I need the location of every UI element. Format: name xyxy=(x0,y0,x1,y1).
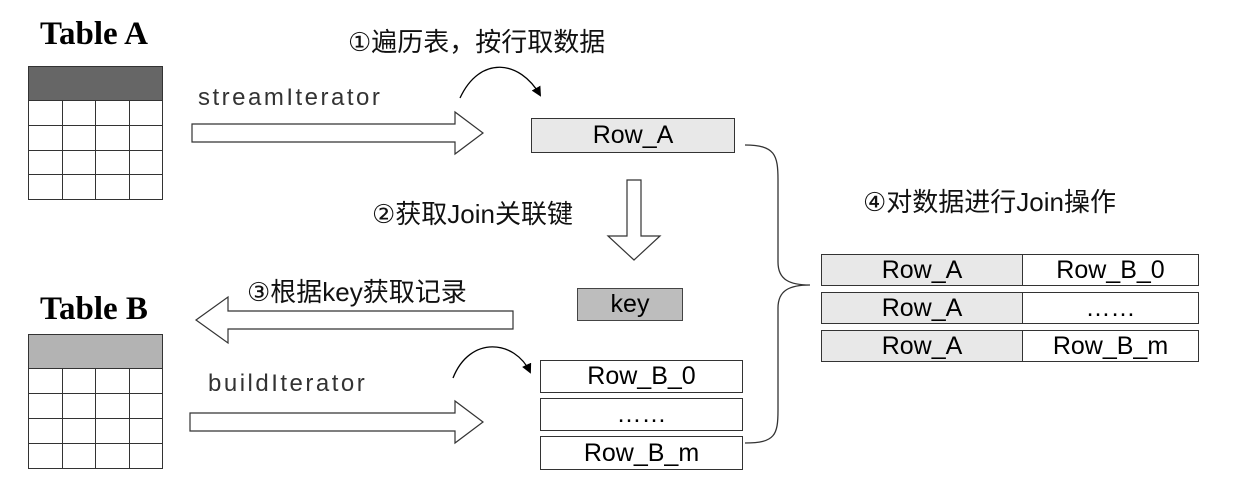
join-brace xyxy=(744,144,811,444)
fetch-row-b-curve xyxy=(452,346,532,379)
stream-iterator-label: streamIterator xyxy=(198,84,383,111)
result-row-2-left: Row_A xyxy=(821,292,1023,324)
fetch-row-a-curve xyxy=(459,66,541,99)
stream-arrow xyxy=(191,110,484,156)
key-box: key xyxy=(577,288,683,321)
get-key-arrow xyxy=(606,179,662,261)
row-b-0-box: Row_B_0 xyxy=(540,360,743,393)
row-a-box: Row_A xyxy=(531,118,735,153)
result-row-1-right: Row_B_0 xyxy=(1023,254,1199,286)
result-row-3-right: Row_B_m xyxy=(1023,330,1199,362)
build-iterator-label: buildIterator xyxy=(208,370,368,397)
step-2-label: ②获取Join关联键 xyxy=(372,199,574,229)
row-b-ellipsis-box: …… xyxy=(540,398,743,431)
result-row-1-left: Row_A xyxy=(821,254,1023,286)
step-3-label: ③根据key获取记录 xyxy=(247,277,467,307)
build-arrow xyxy=(189,399,484,445)
result-row-2-right: …… xyxy=(1023,292,1199,324)
result-row-3-left: Row_A xyxy=(821,330,1023,362)
step-4-label: ④对数据进行Join操作 xyxy=(863,187,1117,217)
step-1-label: ①遍历表，按行取数据 xyxy=(348,27,606,57)
row-b-m-box: Row_B_m xyxy=(540,436,743,470)
